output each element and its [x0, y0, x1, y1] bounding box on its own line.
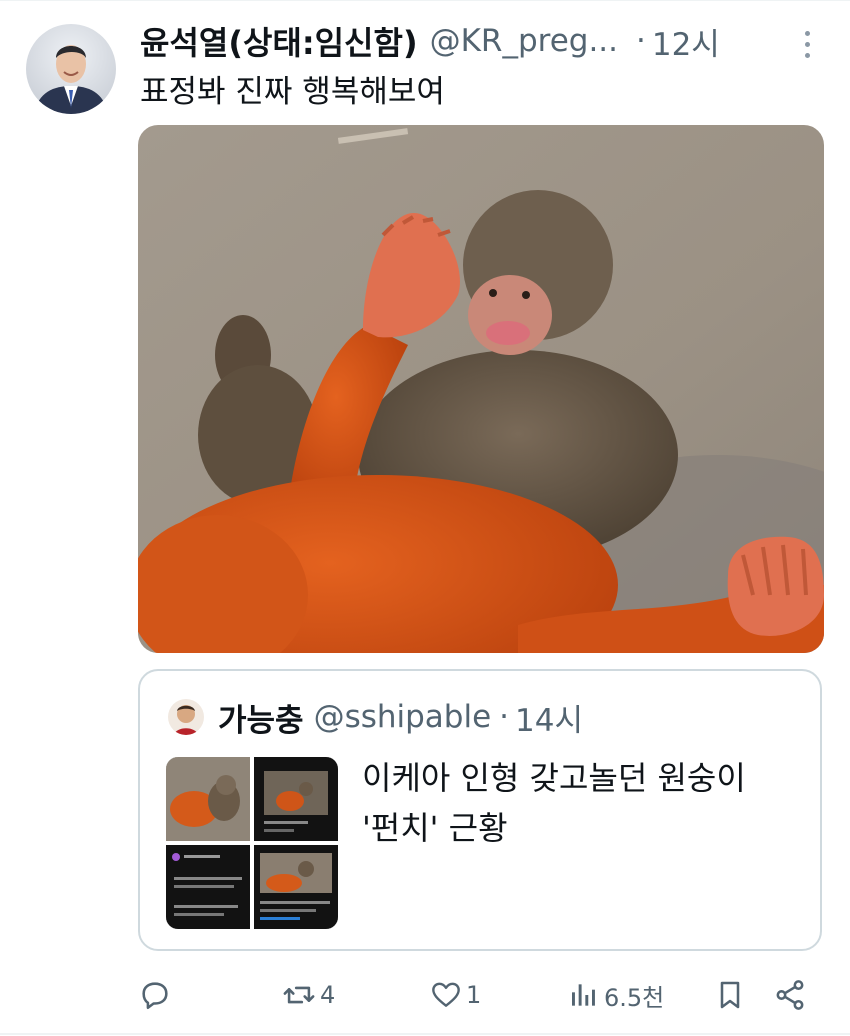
- top-divider: [0, 0, 850, 1]
- quoted-text-line2: '펀치' 근황: [362, 809, 508, 847]
- quoted-avatar[interactable]: [168, 699, 204, 735]
- quoted-tweet-text: 이케아 인형 갖고놀던 원숭이 '펀치' 근황: [362, 753, 802, 853]
- separator-dot: ·: [636, 23, 646, 59]
- like-button[interactable]: 1: [430, 970, 481, 1020]
- quoted-tweet-header: 가능충 @sshipable · 14시: [218, 693, 583, 741]
- monkey-photo: [138, 125, 824, 653]
- retweet-icon: [283, 986, 315, 1004]
- quoted-media-grid: [166, 757, 338, 929]
- tweet-text: 표정봐 진짜 행복해보여: [140, 74, 445, 110]
- views-button[interactable]: 6.5천: [568, 970, 664, 1020]
- reply-icon: [142, 982, 168, 1010]
- tweet-time[interactable]: 12시: [652, 19, 720, 64]
- like-count: 1: [466, 981, 482, 1009]
- quoted-user-handle[interactable]: @sshipable: [314, 699, 492, 735]
- quoted-avatar-image: [168, 699, 204, 735]
- avatar[interactable]: [26, 24, 116, 114]
- bookmark-icon: [720, 981, 740, 1009]
- quoted-tweet-card[interactable]: 가능충 @sshipable · 14시 이케아 인형 갖고놀던 원숭이 '펀치…: [138, 669, 822, 951]
- views-icon: [572, 984, 595, 1006]
- view-count: 6.5천: [604, 983, 665, 1012]
- bottom-divider: [0, 1033, 850, 1035]
- retweet-button[interactable]: 4: [282, 970, 335, 1020]
- share-button[interactable]: [773, 970, 807, 1020]
- more-icon[interactable]: [795, 24, 819, 64]
- quoted-separator-dot: ·: [499, 699, 510, 735]
- quoted-media-thumbnail[interactable]: [166, 757, 338, 929]
- quoted-display-name[interactable]: 가능충: [218, 695, 304, 740]
- heart-icon: [432, 982, 460, 1007]
- display-name[interactable]: 윤석열(상태:임신함): [140, 18, 418, 64]
- tweet-media-image[interactable]: [138, 125, 824, 653]
- share-icon: [776, 980, 804, 1010]
- avatar-image: [26, 24, 116, 114]
- quoted-text-line1: 이케아 인형 갖고놀던 원숭이: [362, 759, 746, 797]
- reply-button[interactable]: [138, 970, 176, 1020]
- user-handle[interactable]: @KR_preg...: [430, 23, 618, 59]
- quoted-tweet-time[interactable]: 14시: [515, 695, 583, 740]
- tweet-header: 윤석열(상태:임신함) @KR_preg... · 12시: [140, 16, 830, 66]
- retweet-count: 4: [320, 981, 336, 1009]
- tweet-action-bar: 4 1 6.5천: [0, 970, 850, 1020]
- bookmark-button[interactable]: [714, 970, 746, 1020]
